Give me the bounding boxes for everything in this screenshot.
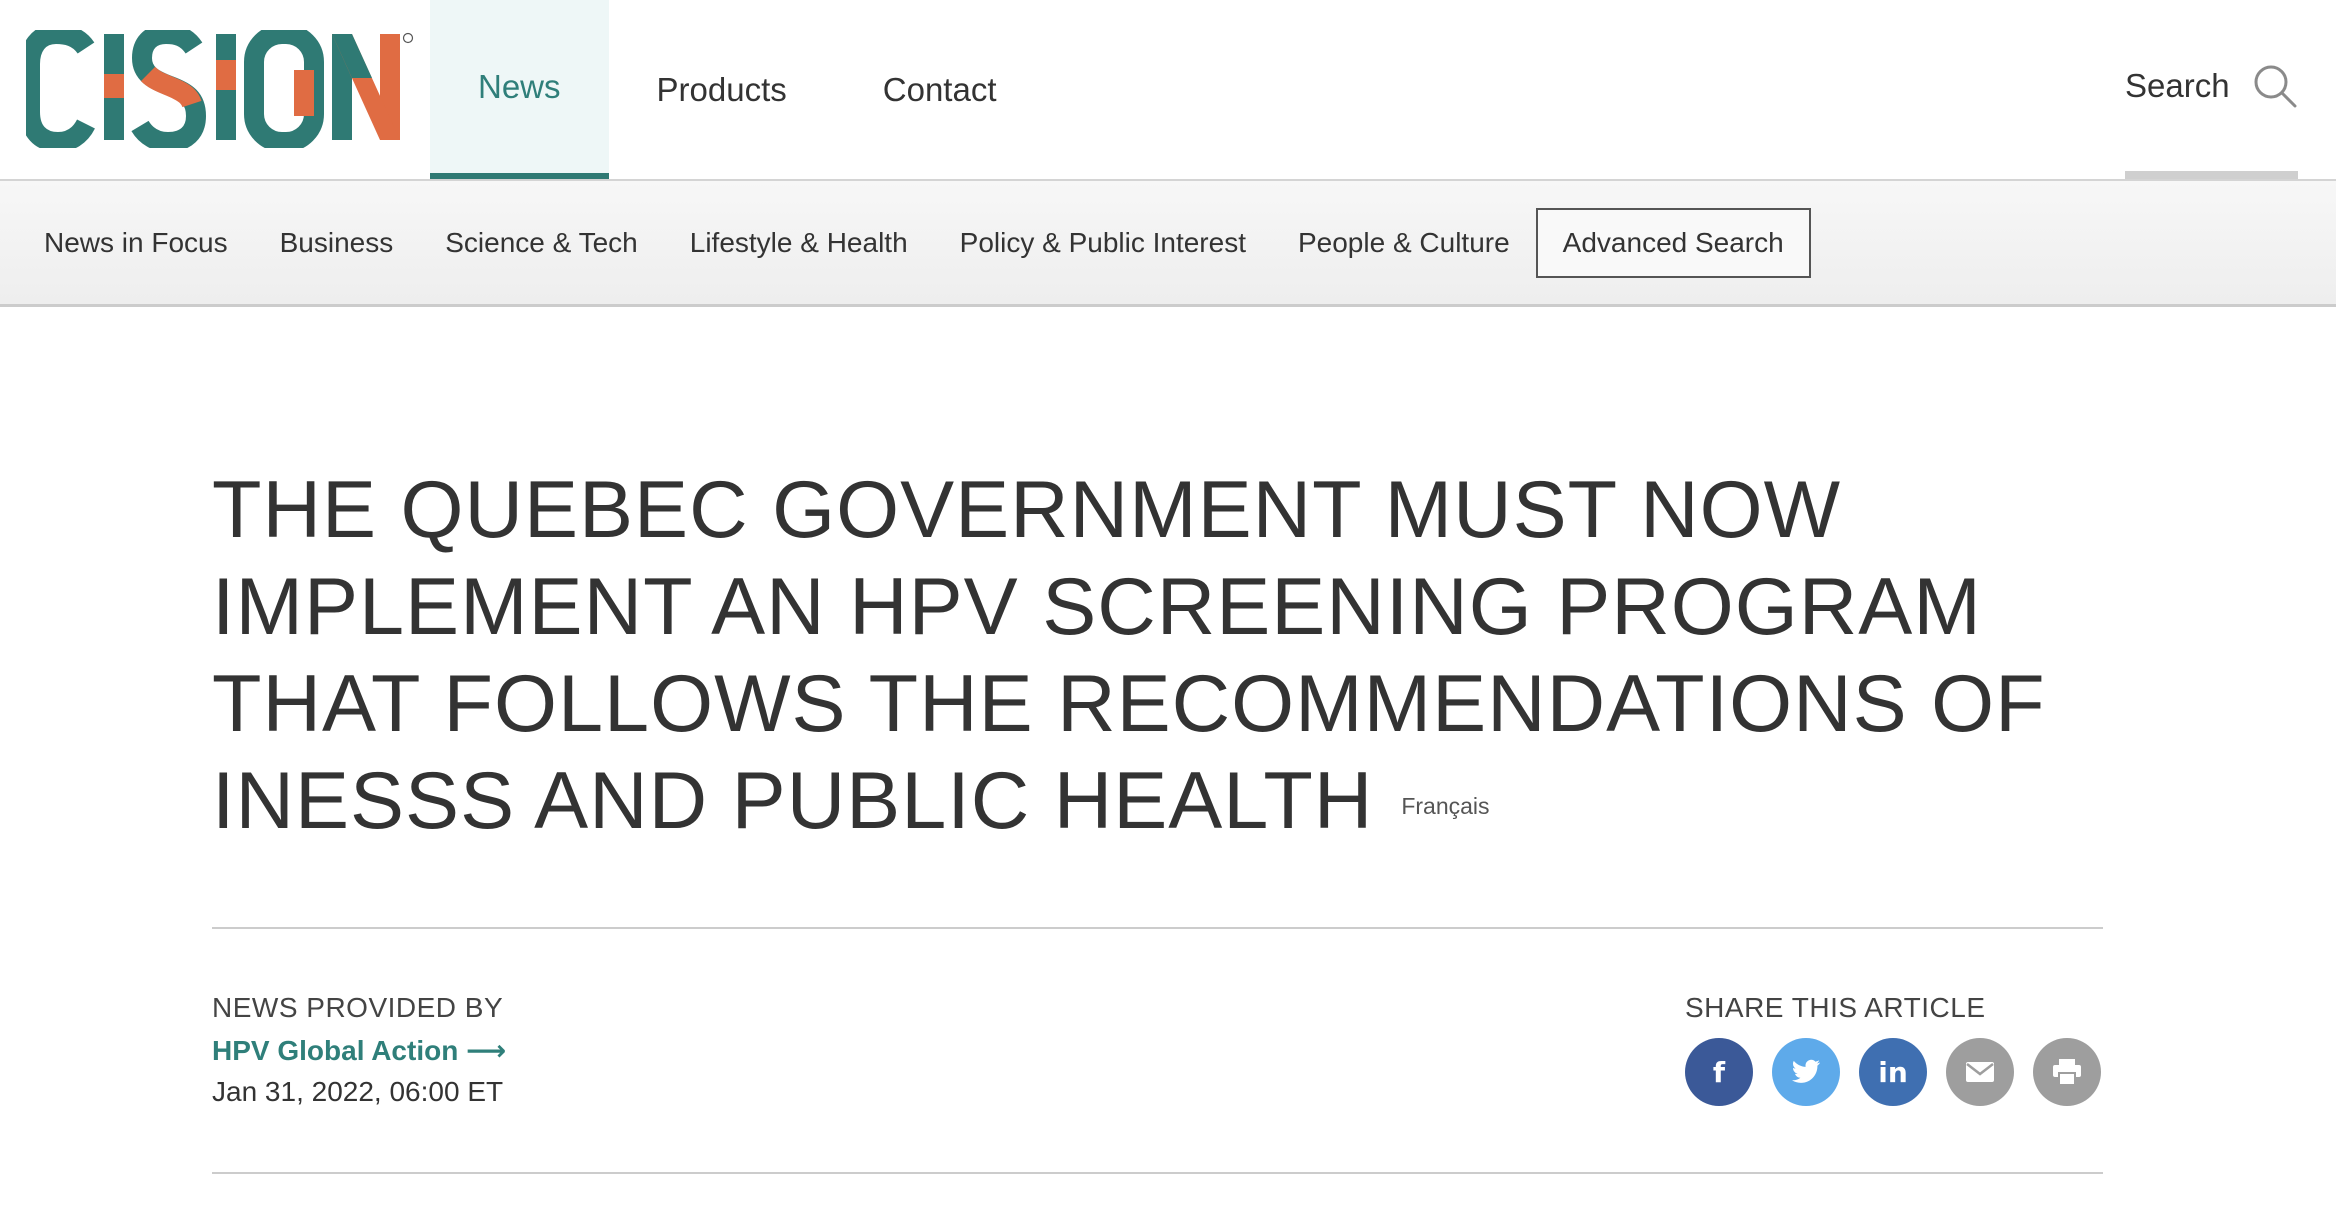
search-toggle[interactable]: Search — [2125, 0, 2298, 179]
search-icon — [2254, 65, 2297, 107]
divider-bottom — [212, 1172, 2103, 1174]
category-people-culture[interactable]: People & Culture — [1298, 227, 1510, 259]
share-article: SHARE THIS ARTICLE f in — [1685, 992, 2105, 1106]
category-science-tech[interactable]: Science & Tech — [445, 227, 638, 259]
facebook-icon: f — [1712, 1055, 1726, 1089]
main-nav: News Products Contact — [430, 0, 1045, 179]
category-business[interactable]: Business — [280, 227, 394, 259]
twitter-icon — [1792, 1059, 1820, 1083]
email-icon — [1966, 1062, 1994, 1082]
linkedin-icon: in — [1878, 1055, 1908, 1089]
share-print-button[interactable] — [2033, 1038, 2101, 1106]
divider-top — [212, 927, 2103, 929]
cision-logo-mark — [26, 30, 414, 148]
print-icon — [2053, 1059, 2081, 1085]
cision-logo[interactable] — [26, 30, 416, 148]
article-headline: THE QUEBEC GOVERNMENT MUST NOW IMPLEMENT… — [212, 462, 2112, 855]
advanced-search-button[interactable]: Advanced Search — [1535, 207, 1811, 278]
share-email-button[interactable] — [1946, 1038, 2014, 1106]
share-twitter-button[interactable] — [1772, 1038, 1840, 1106]
publish-date: Jan 31, 2022, 06:00 ET — [212, 1076, 504, 1107]
language-link-francais[interactable]: Français — [1401, 793, 1489, 819]
main-nav-item-products[interactable]: Products — [609, 0, 835, 179]
site-header: News Products Contact Search — [0, 0, 2336, 181]
main-nav-item-contact[interactable]: Contact — [835, 0, 1045, 179]
share-buttons: f in — [1685, 1038, 2105, 1106]
category-news-in-focus[interactable]: News in Focus — [44, 227, 228, 259]
search-label: Search — [2125, 66, 2230, 104]
provided-by-label: NEWS PROVIDED BY — [212, 992, 504, 1023]
share-facebook-button[interactable]: f — [1685, 1038, 1753, 1106]
provider-name: HPV Global Action — [212, 1035, 459, 1066]
arrow-right-icon: ⟶ — [466, 1035, 507, 1066]
provider-link[interactable]: HPV Global Action ⟶ — [212, 1034, 506, 1067]
article-headline-text: THE QUEBEC GOVERNMENT MUST NOW IMPLEMENT… — [212, 465, 2046, 846]
main-nav-item-news[interactable]: News — [430, 0, 609, 179]
category-policy-public-interest[interactable]: Policy & Public Interest — [960, 227, 1246, 259]
category-lifestyle-health[interactable]: Lifestyle & Health — [690, 227, 908, 259]
news-provided-by: NEWS PROVIDED BY HPV Global Action ⟶ Jan… — [212, 992, 506, 1108]
category-nav: News in Focus Business Science & Tech Li… — [0, 181, 2336, 307]
share-label: SHARE THIS ARTICLE — [1685, 992, 1986, 1023]
share-linkedin-button[interactable]: in — [1859, 1038, 1927, 1106]
